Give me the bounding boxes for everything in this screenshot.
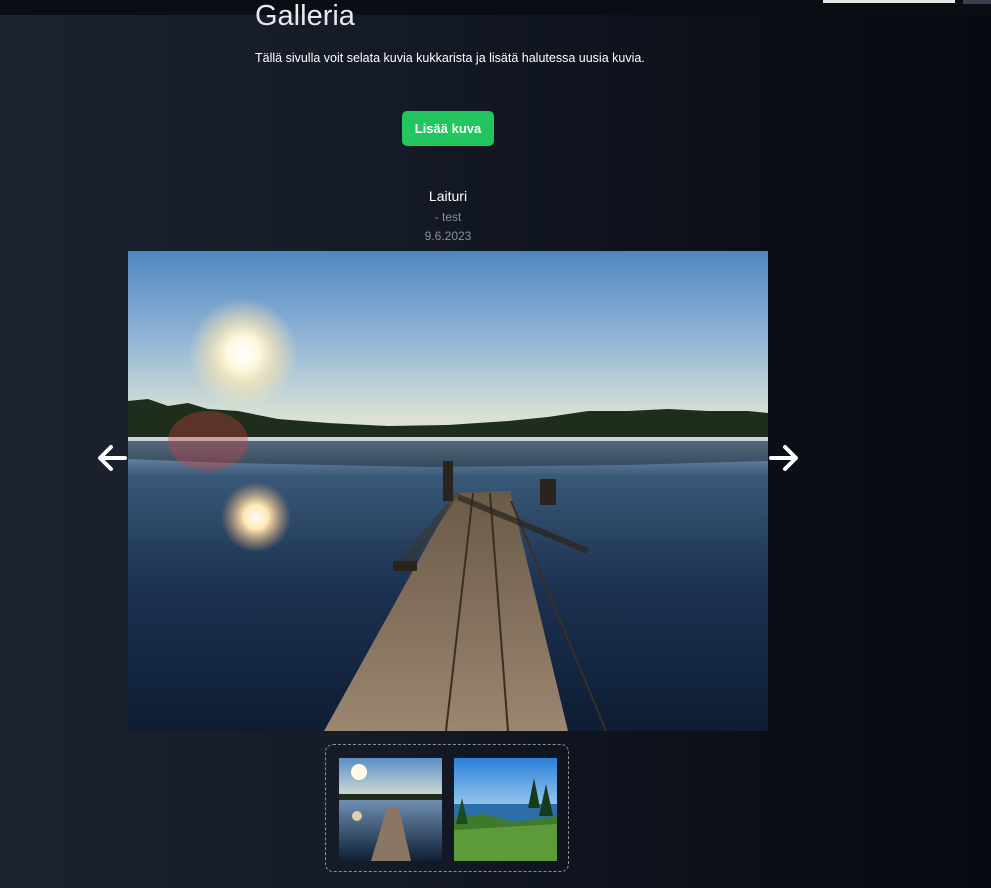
- photo-date: 9.6.2023: [424, 229, 472, 243]
- thumbnail-pier[interactable]: [339, 758, 442, 861]
- navbar-button[interactable]: [963, 0, 991, 4]
- top-navbar: [0, 0, 991, 15]
- arrow-right-icon[interactable]: [767, 441, 801, 475]
- photo-caption: Laituri - test 9.6.2023: [348, 187, 548, 244]
- page-title: Galleria: [255, 0, 355, 32]
- thumbnail-lake-view[interactable]: [454, 758, 557, 861]
- add-image-button[interactable]: Lisää kuva: [402, 111, 494, 146]
- page-description: Tällä sivulla voit selata kuvia kukkaris…: [255, 51, 645, 65]
- thumbnail-strip: [325, 744, 569, 872]
- navbar-field[interactable]: [823, 0, 955, 3]
- photo-title: Laituri: [428, 188, 468, 204]
- main-photo: [128, 251, 768, 731]
- photo-author: - test: [434, 210, 462, 224]
- arrow-left-icon[interactable]: [95, 441, 129, 475]
